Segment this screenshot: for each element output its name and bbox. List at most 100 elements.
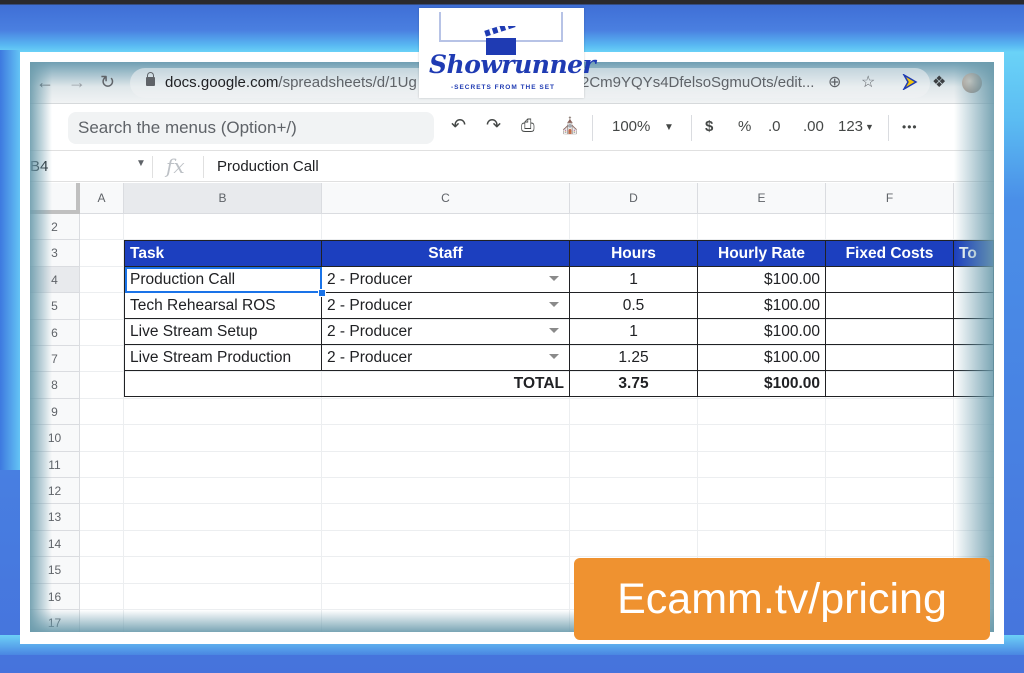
formula-divider <box>152 156 153 178</box>
dropdown-caret-icon[interactable] <box>549 328 559 334</box>
total-fixed-cost[interactable] <box>825 370 954 398</box>
rate-cell[interactable]: $100.00 <box>697 344 826 372</box>
undo-icon[interactable]: ↶ <box>451 115 466 136</box>
increase-decimal-button[interactable]: .00 <box>803 118 824 135</box>
fixed-cost-cell[interactable] <box>825 292 954 320</box>
number-format-caret-icon[interactable]: ▼ <box>865 122 874 132</box>
hours-cell[interactable]: 1 <box>569 318 698 346</box>
back-icon[interactable]: ← <box>36 72 54 93</box>
header-task[interactable]: Task <box>124 240 322 268</box>
table-row: Production Call 2 - Producer 1 $100.00 <box>124 266 994 298</box>
table-row: Live Stream Setup 2 - Producer 1 $100.00 <box>124 318 994 346</box>
rate-cell[interactable]: $100.00 <box>697 266 826 294</box>
url-text[interactable]: docs.google.com/spreadsheets/d/1Ug <box>165 74 417 91</box>
staff-dropdown[interactable]: 2 - Producer <box>321 266 570 294</box>
extensions-puzzle-icon[interactable]: ❖ <box>932 72 946 92</box>
row-header-15[interactable]: 15 <box>30 557 80 584</box>
gridline <box>80 503 994 505</box>
total-label[interactable]: TOTAL <box>124 370 570 398</box>
fixed-cost-cell[interactable] <box>825 318 954 346</box>
row-header-11[interactable]: 11 <box>30 451 80 478</box>
fixed-cost-cell[interactable] <box>825 344 954 372</box>
bookmark-star-icon[interactable]: ☆ <box>861 72 875 92</box>
number-format-button[interactable]: 123 <box>838 118 863 135</box>
fixed-cost-cell[interactable] <box>825 266 954 294</box>
profile-avatar[interactable] <box>962 73 982 93</box>
hours-cell[interactable]: 1 <box>569 266 698 294</box>
formula-divider <box>203 156 204 178</box>
total-cell[interactable] <box>953 344 994 372</box>
percent-format-button[interactable]: % <box>738 118 751 135</box>
column-header-d[interactable]: D <box>570 183 698 214</box>
total-cell[interactable] <box>953 292 994 320</box>
name-box-caret-icon[interactable]: ▼ <box>136 158 146 169</box>
row-header-3[interactable]: 3 <box>30 240 80 267</box>
row-header-8[interactable]: 8 <box>30 372 80 399</box>
total-rate[interactable]: $100.00 <box>697 370 826 398</box>
task-cell[interactable]: Tech Rehearsal ROS <box>124 292 322 320</box>
zoom-caret-icon[interactable]: ▼ <box>664 122 674 133</box>
toolbar-divider <box>592 115 593 141</box>
row-header-9[interactable]: 9 <box>30 398 80 426</box>
rate-cell[interactable]: $100.00 <box>697 292 826 320</box>
row-header-12[interactable]: 12 <box>30 478 80 505</box>
column-header-c[interactable]: C <box>322 183 570 214</box>
staff-text: 2 - Producer <box>327 348 413 366</box>
decrease-decimal-button[interactable]: .0 <box>768 118 781 135</box>
total-cell[interactable] <box>953 266 994 294</box>
print-icon[interactable]: ⎙ <box>521 116 535 136</box>
row-header-4[interactable]: 4 <box>30 266 80 294</box>
column-header-b[interactable]: B <box>124 183 322 214</box>
staff-dropdown[interactable]: 2 - Producer <box>321 318 570 346</box>
column-header-e[interactable]: E <box>698 183 826 214</box>
formula-bar: B4 ▼ fx Production Call <box>30 152 994 182</box>
table-header-row: Task Staff Hours Hourly Rate Fixed Costs… <box>124 240 994 268</box>
row-header-7[interactable]: 7 <box>30 346 80 373</box>
task-cell[interactable]: Live Stream Production <box>124 344 322 372</box>
extension-icon[interactable] <box>902 74 918 90</box>
staff-dropdown[interactable]: 2 - Producer <box>321 292 570 320</box>
header-hourly-rate[interactable]: Hourly Rate <box>697 240 826 268</box>
task-cell[interactable]: Production Call <box>124 266 326 298</box>
sheets-toolbar: Search the menus (Option+/) ↶ ↷ ⎙ ⛪ 100%… <box>30 105 994 151</box>
row-header-2[interactable]: 2 <box>30 214 80 241</box>
name-box[interactable]: B4 <box>30 158 48 175</box>
zoom-select[interactable]: 100% <box>612 118 650 135</box>
total-cell[interactable] <box>953 318 994 346</box>
hours-cell[interactable]: 0.5 <box>569 292 698 320</box>
rate-cell[interactable]: $100.00 <box>697 318 826 346</box>
header-fixed-costs[interactable]: Fixed Costs <box>825 240 954 268</box>
more-options-button[interactable]: ••• <box>902 120 918 134</box>
dropdown-caret-icon[interactable] <box>549 302 559 308</box>
toolbar-divider <box>691 115 692 141</box>
currency-format-button[interactable]: $ <box>705 118 713 135</box>
zoom-page-icon[interactable]: ⊕ <box>828 72 841 92</box>
hours-cell[interactable]: 1.25 <box>569 344 698 372</box>
row-header-14[interactable]: 14 <box>30 530 80 558</box>
staff-dropdown[interactable]: 2 - Producer <box>321 344 570 372</box>
header-hours[interactable]: Hours <box>569 240 698 268</box>
row-header-17[interactable]: 17 <box>30 610 80 632</box>
paint-format-icon[interactable]: ⛪ <box>560 116 580 136</box>
forward-icon[interactable]: → <box>68 72 86 93</box>
redo-icon[interactable]: ↷ <box>486 115 501 136</box>
column-header-g[interactable] <box>954 183 994 214</box>
total-cell[interactable] <box>953 370 994 398</box>
select-all-corner[interactable] <box>30 183 80 214</box>
row-header-6[interactable]: 6 <box>30 319 80 346</box>
row-header-16[interactable]: 16 <box>30 583 80 610</box>
header-staff[interactable]: Staff <box>321 240 570 268</box>
column-header-f[interactable]: F <box>826 183 954 214</box>
total-hours[interactable]: 3.75 <box>569 370 698 398</box>
search-menus-input[interactable]: Search the menus (Option+/) <box>68 112 434 144</box>
header-total[interactable]: To <box>953 240 994 268</box>
dropdown-caret-icon[interactable] <box>549 354 559 360</box>
reload-icon[interactable]: ↻ <box>100 72 115 93</box>
formula-input[interactable]: Production Call <box>217 158 319 175</box>
dropdown-caret-icon[interactable] <box>549 276 559 282</box>
column-header-a[interactable]: A <box>80 183 124 214</box>
task-cell[interactable]: Live Stream Setup <box>124 318 322 346</box>
row-header-10[interactable]: 10 <box>30 425 80 452</box>
row-header-5[interactable]: 5 <box>30 293 80 320</box>
row-header-13[interactable]: 13 <box>30 504 80 531</box>
